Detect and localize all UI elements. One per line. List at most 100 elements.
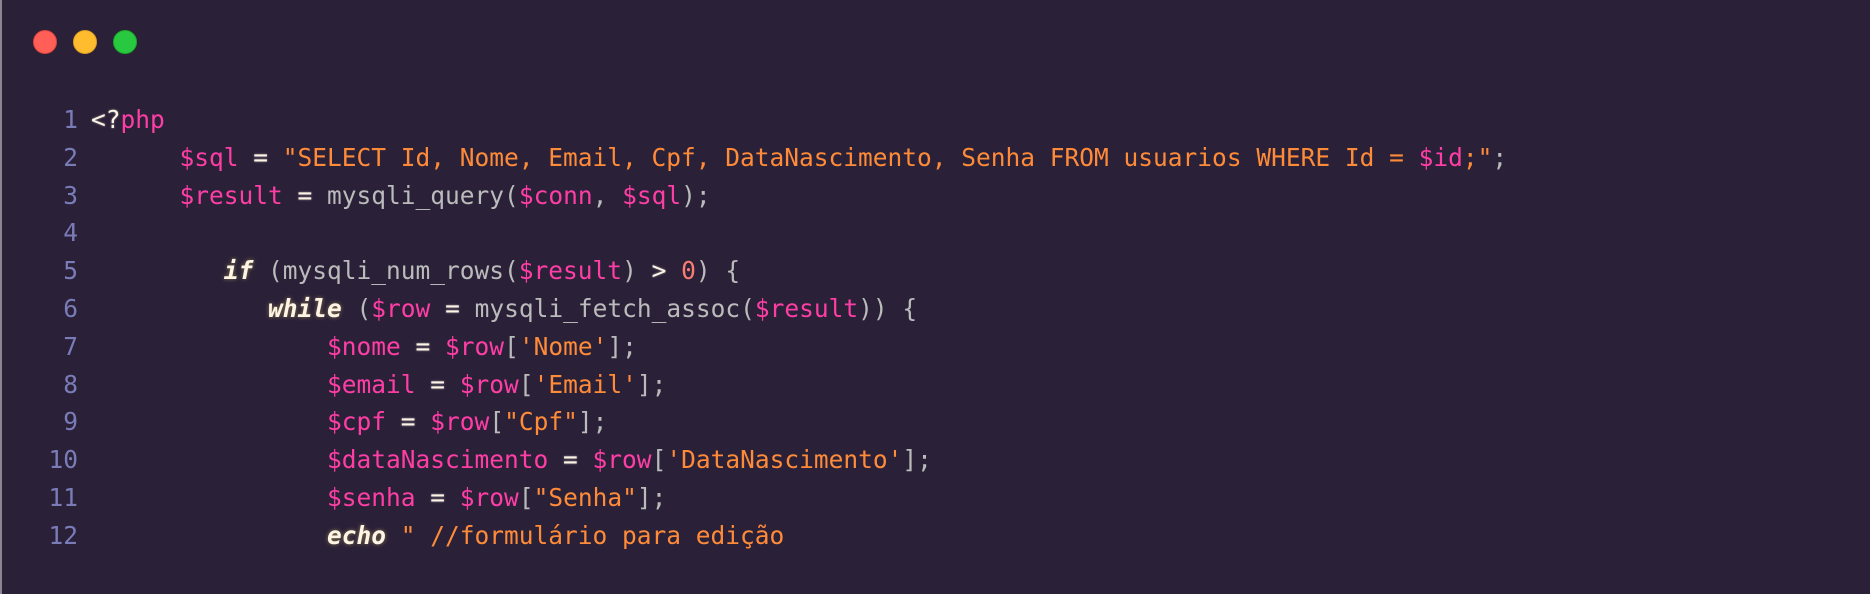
code-line: 8 $email = $row['Email']; [2,366,1507,404]
code-variable: $cpf [327,407,387,437]
code-text: ]; [902,445,932,475]
line-number: 6 [63,293,78,323]
line-number: 8 [63,369,78,399]
code-text: ]; [607,331,637,361]
code-operator: = [415,482,460,512]
code-variable: $id [1418,142,1463,172]
line-content: $result = mysqli_query($conn, $sql); [91,177,711,215]
code-variable: php [120,105,165,134]
line-content: echo " //formulário para edição [91,517,784,555]
line-number: 7 [63,331,78,361]
code-variable: $senha [327,482,416,512]
code-operator: = [282,180,328,210]
code-variable: $row [459,482,519,512]
line-content: $sql = "SELECT Id, Nome, Email, Cpf, Dat… [91,139,1508,177]
code-variable: $row [459,369,519,399]
window-controls [33,30,137,54]
code-text: ); [681,180,711,210]
line-content: if (mysqli_num_rows($result) > 0) { [91,252,740,290]
code-variable: $email [327,369,416,399]
line-number: 4 [63,218,78,248]
code-variable: $row [592,445,652,475]
code-variable: $nome [327,331,401,361]
code-text: [ [504,331,519,361]
code-text: ]; [577,407,608,437]
code-text: [ [489,407,505,437]
line-number: 3 [63,180,78,210]
line-content: $senha = $row["Senha"]; [91,479,666,517]
code-operator: <? [91,105,121,134]
code-variable: $row [445,331,505,361]
line-content: $nome = $row['Nome']; [91,328,637,366]
code-string: "SELECT Id, Nome, Email, Cpf, DataNascim… [282,142,1419,172]
maximize-button[interactable] [113,30,137,54]
code-line: 3 $result = mysqli_query($conn, $sql); [2,177,1507,215]
line-content: $email = $row['Email']; [91,366,666,404]
code-operator: = [400,331,446,361]
code-string: ;" [1462,142,1493,172]
code-keyword: while [268,293,342,323]
line-number: 1 [63,105,78,134]
code-variable: $row [430,407,490,437]
code-line: 2 $sql = "SELECT Id, Nome, Email, Cpf, D… [2,139,1507,177]
line-content: $dataNascimento = $row['DataNascimento']… [91,441,932,479]
code-variable: $dataNascimento [327,445,549,475]
code-line: 4 [2,214,1507,252]
code-text: mysqli_fetch_assoc( [474,293,755,323]
code-number: 0 [681,256,696,286]
line-content: <?php [91,101,165,139]
code-line: 9 $cpf = $row["Cpf"]; [2,403,1507,441]
code-variable: $conn [518,180,593,210]
line-content: $cpf = $row["Cpf"]; [91,403,607,441]
code-line: 6 while ($row = mysqli_fetch_assoc($resu… [2,290,1507,328]
line-number: 11 [48,482,78,512]
code-line: 12 echo " //formulário para edição [2,517,1507,555]
code-text: mysqli_query( [327,180,519,210]
code-operator: = [548,445,593,475]
code-keyword: if [223,256,254,286]
code-string: "Cpf" [504,407,578,437]
code-text: (mysqli_num_rows( [253,256,519,286]
line-number: 10 [48,445,78,475]
line-number: 2 [63,142,78,172]
code-variable: $result [179,180,283,210]
close-button[interactable] [33,30,57,54]
code-string: 'Nome' [518,331,608,361]
code-line: 7 $nome = $row['Nome']; [2,328,1507,366]
code-string: " //formulário para edição [386,520,785,550]
code-text: ( [341,293,372,323]
line-content: while ($row = mysqli_fetch_assoc($result… [91,290,917,328]
code-operator: > [651,256,667,286]
code-string: 'Email' [533,369,637,399]
code-text: ; [1492,142,1508,172]
line-number: 5 [63,256,78,286]
code-text: , [592,180,623,210]
minimize-button[interactable] [73,30,97,54]
code-keyword: echo [327,520,387,550]
code-operator: = [386,407,431,437]
code-variable: $sql [179,142,239,172]
code-line: 10 $dataNascimento = $row['DataNasciment… [2,441,1507,479]
code-string: "Senha" [533,482,637,512]
code-string: 'DataNascimento' [666,445,903,475]
code-text: ]; [636,482,667,512]
code-block: 1 <?php 2 $sql = "SELECT Id, Nome, Email, … [2,101,1507,555]
code-variable: $result [518,256,623,286]
code-text: ]; [636,369,667,399]
code-line: 5 if (mysqli_num_rows($result) > 0) { [2,252,1507,290]
code-operator: = [238,142,283,172]
code-operator: = [430,293,475,323]
line-number: 9 [63,407,78,437]
code-text: [ [518,482,534,512]
code-text: ) [622,256,652,286]
